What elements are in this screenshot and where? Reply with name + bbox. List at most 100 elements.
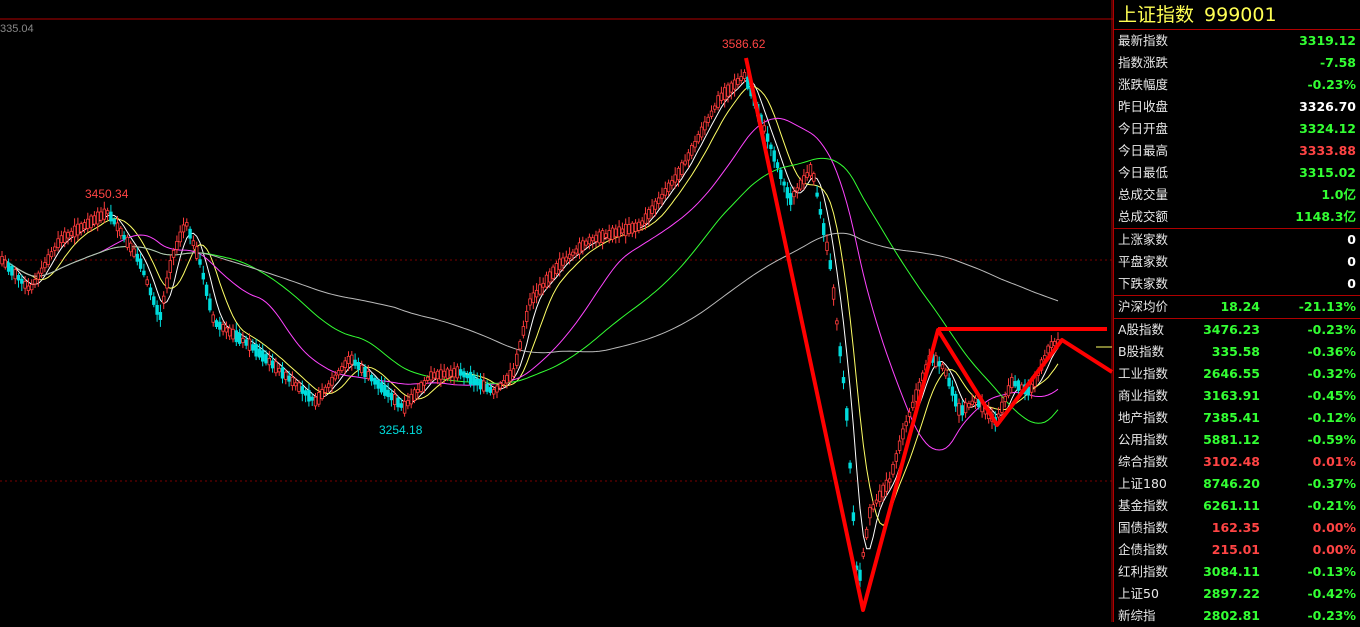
candle-up (125, 236, 130, 248)
breadth-row[interactable]: 下跌家数 0 (1114, 273, 1360, 295)
index-row[interactable]: 商业指数 3163.91 -0.45% (1114, 385, 1360, 407)
index-name: 上证指数 (1118, 4, 1195, 26)
index-row[interactable]: 地产指数 7385.41 -0.12% (1114, 407, 1360, 429)
candle-down (353, 359, 357, 366)
candle-down (356, 361, 361, 370)
index-pct: -0.37% (1307, 476, 1356, 491)
index-row[interactable]: 上证50 2897.22 -0.42% (1114, 583, 1360, 605)
candle-up (934, 355, 938, 367)
candle-up (406, 400, 410, 407)
candle-up (574, 248, 578, 254)
index-row[interactable]: 国债指数 162.35 0.00% (1114, 517, 1360, 539)
candle-down (485, 384, 489, 392)
index-row[interactable]: 新综指 2802.81 -0.23% (1114, 605, 1360, 627)
candle-up (185, 222, 189, 227)
candle-down (188, 228, 192, 239)
high-price-label: 3586.62 (722, 37, 766, 51)
quote-row[interactable]: 总成交量 1.0亿 (1114, 184, 1360, 206)
candle-down (122, 234, 126, 240)
index-row[interactable]: 红利指数 3084.11 -0.13% (1114, 561, 1360, 583)
index-row[interactable]: A股指数 3476.23 -0.23% (1114, 319, 1360, 341)
candle-up (13, 269, 17, 280)
candle-up (878, 490, 882, 502)
candle-up (412, 389, 417, 401)
index-label: 公用指数 (1118, 432, 1169, 447)
candle-down (488, 386, 493, 393)
candle-down (135, 253, 139, 262)
candle-up (663, 188, 667, 196)
index-row[interactable]: 工业指数 2646.55 -0.32% (1114, 363, 1360, 385)
candle-up (1006, 385, 1011, 397)
candle-up (1000, 401, 1004, 413)
index-row[interactable]: 综合指数 3102.48 0.01% (1114, 451, 1360, 473)
candle-up (82, 222, 87, 230)
candle-down (937, 361, 941, 367)
breadth-value: 0 (1347, 254, 1356, 269)
candle-down (765, 133, 770, 142)
index-value: 2646.55 (1203, 366, 1260, 381)
candle-up (419, 382, 423, 392)
candle-up (115, 222, 120, 232)
breadth-row[interactable]: 平盘家数 0 (1114, 251, 1360, 273)
candle-up (346, 355, 351, 364)
candle-up (904, 421, 908, 427)
kline-chart-panel[interactable]: 335.04 3586.62 3450.34 3254.18 (0, 0, 1113, 622)
avg-price-row[interactable]: 沪深均价 18.24 -21.13% (1114, 296, 1360, 318)
candle-up (703, 121, 707, 131)
index-pct: -0.21% (1307, 498, 1356, 513)
index-row[interactable]: 公用指数 5881.12 -0.59% (1114, 429, 1360, 451)
quote-row[interactable]: 指数涨跌 -7.58 (1114, 52, 1360, 74)
index-pct: -0.23% (1307, 322, 1356, 337)
candle-down (399, 403, 403, 408)
quote-label: 最新指数 (1118, 33, 1169, 48)
index-row[interactable]: 企债指数 215.01 0.00% (1114, 539, 1360, 561)
index-row[interactable]: B股指数 335.58 -0.36% (1114, 341, 1360, 363)
quote-label: 总成交量 (1118, 187, 1169, 202)
candle-up (881, 484, 885, 498)
candle-down (10, 265, 14, 276)
candle-down (218, 321, 222, 330)
candle-up (86, 218, 90, 229)
candle-up (666, 182, 671, 193)
candle-down (303, 390, 308, 396)
candle-up (835, 320, 839, 325)
quote-row[interactable]: 昨日收盘 3326.70 (1114, 96, 1360, 118)
candle-down (954, 393, 958, 407)
candle-up (23, 280, 27, 289)
candle-down (6, 262, 11, 272)
quote-row[interactable]: 涨跌幅度 -0.23% (1114, 74, 1360, 96)
candle-down (828, 260, 832, 270)
candle-up (528, 298, 532, 306)
candle-up (92, 215, 97, 225)
quote-row[interactable]: 今日最低 3315.02 (1114, 162, 1360, 184)
candle-up (802, 175, 806, 185)
candle-up (963, 402, 968, 414)
index-row[interactable]: 上证180 8746.20 -0.37% (1114, 473, 1360, 495)
candle-up (442, 370, 446, 378)
breadth-row[interactable]: 上涨家数 0 (1114, 229, 1360, 251)
quote-row[interactable]: 最新指数 3319.12 (1114, 30, 1360, 52)
quote-row[interactable]: 总成交额 1148.3亿 (1114, 206, 1360, 228)
candle-down (287, 375, 291, 382)
candle-up (967, 403, 971, 408)
candle-up (653, 200, 658, 210)
candle-up (587, 236, 592, 245)
quote-row[interactable]: 今日开盘 3324.12 (1114, 118, 1360, 140)
candle-up (429, 371, 433, 381)
candle-up (66, 232, 70, 239)
candle-down (201, 272, 205, 280)
low-price-label: 3254.18 (379, 423, 423, 437)
candle-up (647, 209, 651, 220)
candle-up (627, 224, 631, 235)
kline-chart[interactable]: 335.04 3586.62 3450.34 3254.18 (0, 0, 1113, 622)
candle-up (610, 227, 615, 240)
candle-up (422, 380, 427, 386)
candle-up (402, 400, 407, 414)
candle-up (290, 376, 295, 387)
candle-up (495, 385, 499, 393)
index-row[interactable]: 基金指数 6261.11 -0.21% (1114, 495, 1360, 517)
candle-up (723, 87, 727, 101)
candle-up (640, 220, 644, 226)
quote-row[interactable]: 今日最高 3333.88 (1114, 140, 1360, 162)
candle-down (152, 296, 156, 305)
